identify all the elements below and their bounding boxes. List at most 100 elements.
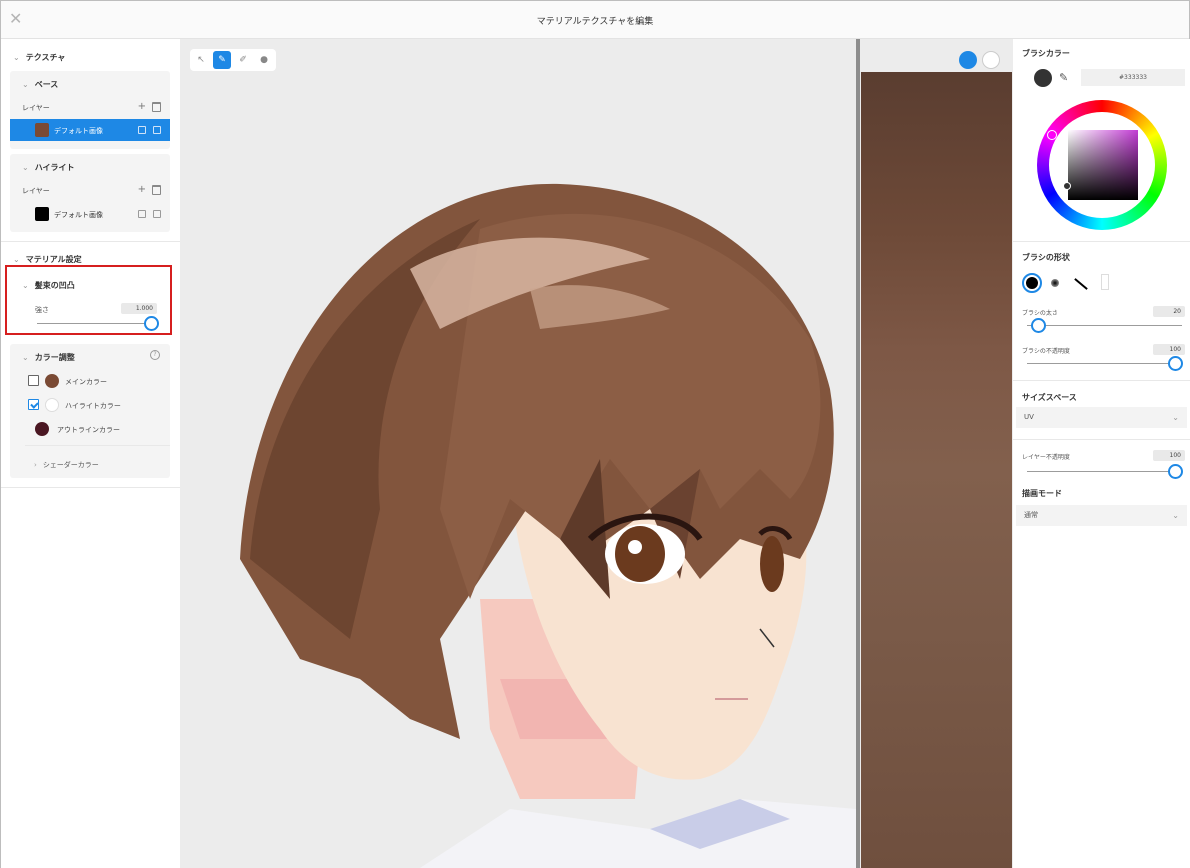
- layer-opacity-value[interactable]: 100: [1153, 450, 1185, 461]
- help-icon[interactable]: ?: [150, 350, 160, 360]
- draw-mode-select[interactable]: 通常 ⌄: [1016, 505, 1187, 526]
- size-space-value: UV: [1024, 413, 1034, 421]
- title-bar: ✕ マテリアルテクスチャを編集: [1, 1, 1189, 39]
- brush-size-value[interactable]: 20: [1153, 306, 1185, 317]
- highlight-color-row[interactable]: ハイライトカラー: [28, 397, 168, 413]
- size-space-select[interactable]: UV ⌄: [1016, 407, 1187, 428]
- chevron-right-icon: ›: [34, 461, 37, 469]
- eyedropper-icon[interactable]: ✎: [1059, 71, 1068, 84]
- chevron-down-icon: ⌄: [1172, 413, 1179, 422]
- model-viewport[interactable]: ↖ ✎ ✐ ●: [180, 39, 856, 868]
- base-card: ⌄ ベース レイヤー + デフォルト画像: [10, 71, 170, 149]
- visibility-icon[interactable]: [153, 210, 161, 218]
- visibility-icon[interactable]: [153, 126, 161, 134]
- highlight-color-checkbox[interactable]: [28, 399, 39, 410]
- value-handle[interactable]: [1063, 182, 1071, 190]
- divider: [1, 241, 180, 242]
- brush-size-label: ブラシの太さ: [1022, 310, 1058, 317]
- layer-name: デフォルト画像: [54, 127, 103, 135]
- main-color-row[interactable]: メインカラー: [28, 373, 168, 389]
- lock-icon[interactable]: [138, 210, 146, 218]
- brush-opacity-knob[interactable]: [1168, 356, 1183, 371]
- base-layer-item[interactable]: デフォルト画像: [10, 119, 170, 141]
- shape-round-button[interactable]: [1022, 273, 1042, 293]
- highlight-card-title[interactable]: ⌄ ハイライト: [22, 162, 75, 173]
- brush-shape-label: ブラシの形状: [1022, 253, 1070, 262]
- highlight-layer-item[interactable]: デフォルト画像: [10, 203, 170, 225]
- shape-line-button[interactable]: [1074, 278, 1088, 290]
- brush-opacity-track[interactable]: [1027, 363, 1182, 364]
- divider: [25, 445, 170, 446]
- layer-opacity-label: レイヤー不透明度: [1022, 454, 1070, 461]
- brush-size-knob[interactable]: [1031, 318, 1046, 333]
- highlight-layer-row: レイヤー +: [22, 184, 164, 197]
- divider: [1013, 439, 1190, 440]
- outline-color-row[interactable]: アウトラインカラー: [35, 421, 165, 437]
- texture-view[interactable]: [860, 39, 1013, 868]
- texture-section-header[interactable]: ⌄ テクスチャ: [13, 52, 65, 63]
- layer-label: レイヤー: [22, 187, 50, 195]
- size-space-label: サイズスペース: [1022, 393, 1077, 402]
- brush-opacity-value[interactable]: 100: [1153, 344, 1185, 355]
- main-color-swatch[interactable]: [45, 374, 59, 388]
- character-render: [240, 183, 856, 868]
- outline-color-swatch[interactable]: [35, 422, 49, 436]
- saturation-square[interactable]: [1068, 130, 1138, 200]
- divider: [1013, 380, 1190, 381]
- brush-color-hex[interactable]: #333333: [1081, 69, 1185, 86]
- texture-preview: [861, 72, 1012, 868]
- layer-opacity-knob[interactable]: [1168, 464, 1183, 479]
- eraser-icon[interactable]: ✐: [234, 51, 252, 69]
- layer-thumbnail: [35, 207, 49, 221]
- brush-opacity-label: ブラシの不透明度: [1022, 348, 1070, 355]
- model-view-icon[interactable]: [982, 51, 1000, 69]
- shader-color-row[interactable]: › シェーダーカラー: [34, 460, 99, 470]
- layer-opacity-track[interactable]: [1027, 471, 1182, 472]
- divider: [1, 487, 180, 488]
- material-section-header[interactable]: ⌄ マテリアル設定: [13, 254, 82, 265]
- hair-bump-header[interactable]: ⌄ 髪束の凹凸: [22, 280, 75, 291]
- add-layer-icon[interactable]: +: [138, 184, 146, 195]
- strength-slider-knob[interactable]: [144, 316, 159, 331]
- chevron-down-icon: ⌄: [1172, 511, 1179, 520]
- chevron-down-icon: ⌄: [13, 53, 20, 62]
- layer-name: デフォルト画像: [54, 211, 103, 219]
- main-color-checkbox[interactable]: [28, 375, 39, 386]
- app-window: ✕ マテリアルテクスチャを編集 ⌄ テクスチャ ⌄ ベース レイヤー + デフォルト…: [0, 0, 1190, 868]
- highlight-color-label: ハイライトカラー: [65, 402, 121, 410]
- base-card-title[interactable]: ⌄ ベース: [22, 79, 58, 90]
- chevron-down-icon: ⌄: [13, 255, 20, 264]
- strength-slider-track[interactable]: [37, 323, 149, 324]
- color-adjust-title[interactable]: ⌄ カラー調整: [22, 352, 75, 363]
- layer-label: レイヤー: [22, 104, 50, 112]
- highlight-color-swatch[interactable]: [45, 398, 59, 412]
- fill-icon[interactable]: ●: [255, 51, 273, 69]
- outline-color-label: アウトラインカラー: [57, 426, 120, 434]
- brush-color-label: ブラシカラー: [1022, 49, 1070, 58]
- draw-mode-label: 描画モード: [1022, 489, 1062, 498]
- highlight-card: ⌄ ハイライト レイヤー + デフォルト画像: [10, 154, 170, 232]
- delete-layer-icon[interactable]: [152, 102, 161, 112]
- cursor-icon[interactable]: ↖: [192, 51, 210, 69]
- main-color-label: メインカラー: [65, 378, 107, 386]
- current-color-swatch[interactable]: [1034, 69, 1052, 87]
- right-panel: ブラシカラー ✎ #333333 ブラシの形状 ブラシの太さ 20 ブラシの不透…: [1013, 39, 1190, 868]
- brush-size-track[interactable]: [1027, 325, 1182, 326]
- delete-layer-icon[interactable]: [152, 185, 161, 195]
- add-layer-icon[interactable]: +: [138, 101, 146, 112]
- hue-handle[interactable]: [1047, 130, 1057, 140]
- left-panel: ⌄ テクスチャ ⌄ ベース レイヤー + デフォルト画像 ⌄ ハイライト レイヤ…: [1, 39, 180, 868]
- base-layer-row: レイヤー +: [22, 101, 164, 114]
- chevron-down-icon: ⌄: [22, 163, 29, 172]
- brush-icon[interactable]: ✎: [213, 51, 231, 69]
- layer-thumbnail: [35, 123, 49, 137]
- strength-value[interactable]: 1.000: [121, 303, 157, 314]
- texture-view-icon[interactable]: [959, 51, 977, 69]
- draw-mode-value: 通常: [1024, 511, 1038, 519]
- chevron-down-icon: ⌄: [22, 353, 29, 362]
- shape-soft-button[interactable]: [1051, 279, 1059, 287]
- tool-bar: ↖ ✎ ✐ ●: [190, 49, 276, 71]
- shape-custom-button[interactable]: [1101, 274, 1109, 290]
- chevron-down-icon: ⌄: [22, 281, 29, 290]
- lock-icon[interactable]: [138, 126, 146, 134]
